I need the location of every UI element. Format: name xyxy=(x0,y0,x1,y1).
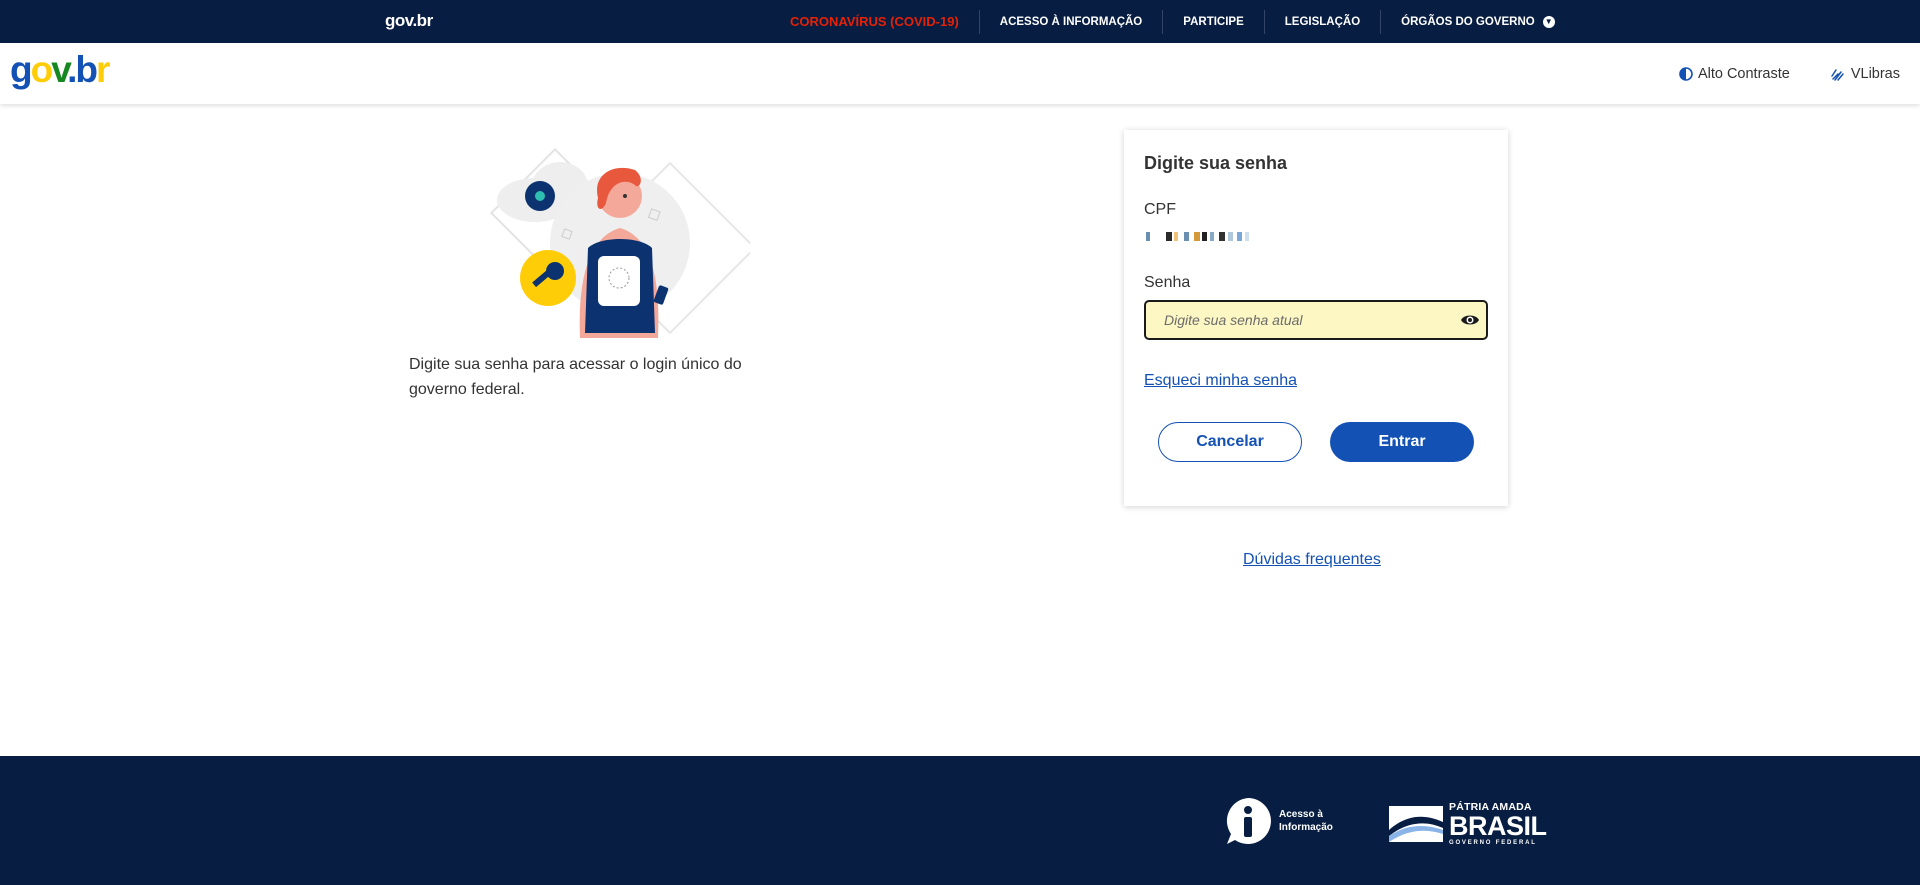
brasil-main-text: BRASIL xyxy=(1449,810,1547,841)
nav-orgaos-label: ÓRGÃOS DO GOVERNO xyxy=(1401,15,1535,28)
brasil-wordmark: PÁTRIA AMADA BRASIL GOVERNO FEDERAL xyxy=(1449,802,1547,846)
nav-coronavirus-link[interactable]: CORONAVÍRUS (COVID-19) xyxy=(790,10,979,34)
nav-participe-link[interactable]: PARTICIPE xyxy=(1163,10,1264,34)
government-top-bar: gov.br CORONAVÍRUS (COVID-19) ACESSO À I… xyxy=(0,0,1920,43)
govbr-small-logo[interactable]: gov.br xyxy=(385,11,433,31)
faq-link[interactable]: Dúvidas frequentes xyxy=(1243,551,1381,569)
enter-button[interactable]: Entrar xyxy=(1330,422,1474,462)
logo-letter: b xyxy=(75,49,98,90)
site-header: gov.br Alto Contraste VLibras xyxy=(0,43,1920,104)
govbr-logo[interactable]: gov.br xyxy=(10,49,110,90)
password-input[interactable] xyxy=(1144,300,1488,340)
login-intro-text: Digite sua senha para acessar o login ún… xyxy=(409,356,742,398)
cpf-value-redacted xyxy=(1144,229,1264,243)
forgot-password-link[interactable]: Esqueci minha senha xyxy=(1144,372,1297,390)
logo-letter: r xyxy=(95,49,110,90)
contrast-icon xyxy=(1679,66,1693,81)
high-contrast-button[interactable]: Alto Contraste xyxy=(1679,66,1790,82)
cancel-button[interactable]: Cancelar xyxy=(1158,422,1302,462)
logo-letter: v xyxy=(51,49,69,90)
chevron-down-icon: ▼ xyxy=(1542,15,1555,28)
sign-language-hand-icon xyxy=(1831,68,1844,81)
site-footer: Acesso à Informação PÁTRIA AMADA BRASIL … xyxy=(0,756,1920,885)
brasil-flag-swoosh-icon xyxy=(1389,805,1443,842)
logo-letter: g xyxy=(10,49,33,90)
acesso-informacao-text: Acesso à Informação xyxy=(1279,809,1333,833)
login-illustration xyxy=(460,147,757,338)
acesso-informacao-logo[interactable]: Acesso à Informação xyxy=(1223,796,1349,846)
nav-orgaos-governo-dropdown[interactable]: ÓRGÃOS DO GOVERNO ▼ xyxy=(1381,10,1575,34)
vlibras-label: VLibras xyxy=(1850,65,1900,82)
login-card: Digite sua senha CPF Senha Esqueci minha… xyxy=(1124,130,1508,506)
patria-amada-brasil-logo[interactable]: PÁTRIA AMADA BRASIL GOVERNO FEDERAL xyxy=(1389,802,1547,846)
woman-with-key-illustration xyxy=(489,147,757,338)
nav-legislacao-link[interactable]: LEGISLAÇÃO xyxy=(1265,10,1380,34)
card-title: Digite sua senha xyxy=(1144,153,1288,173)
cpf-label: CPF xyxy=(1144,201,1176,218)
information-icon xyxy=(1226,798,1271,844)
senha-label: Senha xyxy=(1144,274,1191,291)
nav-acesso-informacao-link[interactable]: ACESSO À INFORMAÇÃO xyxy=(980,10,1162,34)
brasil-sub-text: GOVERNO FEDERAL xyxy=(1449,839,1537,846)
high-contrast-label: Alto Contraste xyxy=(1697,65,1790,82)
header-actions: Alto Contraste VLibras xyxy=(1679,43,1900,104)
show-password-eye-icon[interactable] xyxy=(1460,312,1480,328)
vlibras-button[interactable]: VLibras xyxy=(1830,66,1900,82)
government-nav: CORONAVÍRUS (COVID-19) ACESSO À INFORMAÇ… xyxy=(790,0,1575,43)
logo-letter: o xyxy=(30,49,54,90)
